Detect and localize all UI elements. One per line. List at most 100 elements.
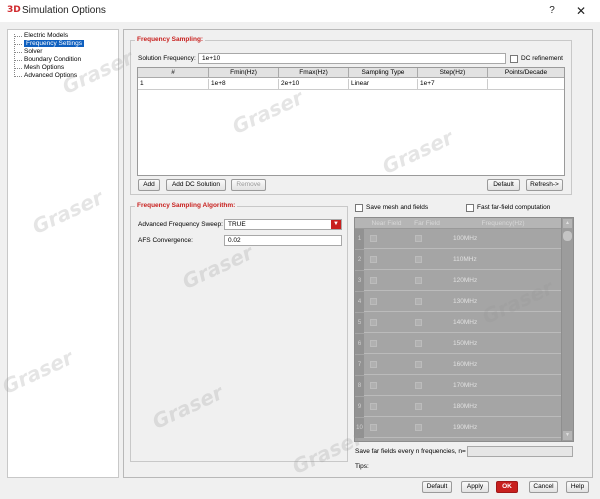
cell-index[interactable]: 1 [138, 79, 209, 89]
afs-sweep-select[interactable]: TRUE ▼ [224, 219, 342, 230]
row-number: 7 [355, 355, 364, 375]
list-item[interactable]: 1 100MHz [355, 229, 561, 249]
fast-far-field-checkbox[interactable] [466, 204, 474, 212]
close-icon[interactable]: ✕ [573, 3, 589, 19]
frequency-value: 100MHz [453, 235, 478, 242]
list-item[interactable]: 7 160MHz [355, 355, 561, 375]
scroll-up-icon[interactable]: ▲ [563, 219, 572, 228]
dc-refinement-checkbox[interactable] [510, 55, 518, 63]
ok-button[interactable]: OK [496, 481, 518, 493]
help-icon[interactable]: ? [544, 3, 560, 19]
near-field-checkbox[interactable] [370, 382, 377, 389]
frequency-value: 120MHz [453, 277, 478, 284]
save-mesh-checkbox[interactable] [355, 204, 363, 212]
list-item[interactable]: 5 140MHz [355, 313, 561, 333]
field-save-header: Near Field Far Field Frequency(Hz) [355, 218, 561, 229]
col-fmax: Fmax(Hz) [279, 68, 349, 78]
cell-sampling-type[interactable]: Linear [349, 79, 418, 89]
col-points-decade: Points/Decade [504, 69, 548, 76]
options-tree: Electric Models Frequency Settings Solve… [7, 29, 119, 478]
scroll-down-icon[interactable]: ▼ [563, 431, 572, 440]
save-far-fields-label: Save far fields every n frequencies, n= [355, 448, 466, 455]
col-sampling-type: Sampling Type [349, 68, 418, 78]
col-index: # [138, 68, 209, 78]
refresh-button[interactable]: Refresh-> [526, 179, 563, 191]
frequency-value: 170MHz [453, 382, 478, 389]
near-field-checkbox[interactable] [370, 424, 377, 431]
row-number: 3 [355, 271, 364, 291]
tree-item-frequency-settings[interactable]: Frequency Settings [12, 40, 85, 48]
far-field-checkbox[interactable] [415, 298, 422, 305]
near-field-checkbox[interactable] [370, 340, 377, 347]
cancel-button[interactable]: Cancel [529, 481, 558, 493]
list-item[interactable]: 8 170MHz [355, 376, 561, 396]
add-dc-solution-button[interactable]: Add DC Solution [166, 179, 226, 191]
tree-item-solver[interactable]: Solver [12, 48, 42, 56]
sampling-default-button[interactable]: Default [487, 179, 520, 191]
row-number: 10 [355, 418, 364, 438]
frequency-value: 160MHz [453, 361, 478, 368]
col-fmin: Fmin(Hz) [209, 68, 279, 78]
near-field-checkbox[interactable] [370, 403, 377, 410]
far-field-checkbox[interactable] [415, 361, 422, 368]
frequency-sampling-title: Frequency Sampling: [135, 36, 206, 43]
list-item[interactable]: 4 130MHz [355, 292, 561, 312]
far-field-checkbox[interactable] [415, 235, 422, 242]
far-field-checkbox[interactable] [415, 256, 422, 263]
app-logo-icon: 3D [7, 5, 21, 15]
save-far-fields-input[interactable] [467, 446, 573, 457]
row-number: 9 [355, 397, 364, 417]
cell-points-decade[interactable] [488, 79, 564, 89]
list-item[interactable]: 10 190MHz [355, 418, 561, 438]
far-field-checkbox[interactable] [415, 382, 422, 389]
near-field-checkbox[interactable] [370, 256, 377, 263]
list-item[interactable]: 3 120MHz [355, 271, 561, 291]
frequency-value: 130MHz [453, 298, 478, 305]
frequency-value: 180MHz [453, 403, 478, 410]
frequency-table: # Fmin(Hz) Fmax(Hz) Sampling Type Step(H… [137, 67, 565, 176]
tips-label: Tips: [355, 463, 369, 470]
chevron-down-icon: ▼ [331, 220, 341, 229]
tree-item-boundary-condition[interactable]: Boundary Condition [12, 56, 81, 64]
apply-button[interactable]: Apply [461, 481, 489, 493]
field-save-table: Near Field Far Field Frequency(Hz) 1 100M… [354, 217, 574, 442]
frequency-value: 190MHz [453, 424, 478, 431]
solution-frequency-input[interactable]: 1e+10 [198, 53, 506, 64]
list-item[interactable]: 9 180MHz [355, 397, 561, 417]
row-number: 4 [355, 292, 364, 312]
far-field-checkbox[interactable] [415, 319, 422, 326]
row-number: 8 [355, 376, 364, 396]
afs-sweep-label: Advanced Frequency Sweep: [138, 221, 223, 228]
near-field-checkbox[interactable] [370, 277, 377, 284]
near-field-checkbox[interactable] [370, 319, 377, 326]
near-field-checkbox[interactable] [370, 298, 377, 305]
far-field-checkbox[interactable] [415, 403, 422, 410]
far-field-checkbox[interactable] [415, 277, 422, 284]
field-table-scrollbar[interactable]: ▲ ▼ [561, 218, 573, 441]
near-field-checkbox[interactable] [370, 235, 377, 242]
list-item[interactable]: 2 110MHz [355, 250, 561, 270]
frequency-table-header: # Fmin(Hz) Fmax(Hz) Sampling Type Step(H… [138, 68, 564, 78]
scroll-thumb[interactable] [563, 231, 572, 241]
col-near-field: Near Field [371, 220, 402, 227]
help-button[interactable]: Help [566, 481, 589, 493]
cell-fmax[interactable]: 2e+10 [279, 79, 349, 89]
tree-item-advanced-options[interactable]: Advanced Options [12, 72, 77, 80]
tree-item-mesh-options[interactable]: Mesh Options [12, 64, 64, 72]
cell-fmin[interactable]: 1e+8 [209, 79, 279, 89]
row-number: 2 [355, 250, 364, 270]
remove-button[interactable]: Remove [231, 179, 266, 191]
window-title: Simulation Options [22, 5, 106, 16]
add-button[interactable]: Add [138, 179, 160, 191]
cell-step[interactable]: 1e+7 [418, 79, 488, 89]
far-field-checkbox[interactable] [415, 424, 422, 431]
far-field-checkbox[interactable] [415, 340, 422, 347]
afs-convergence-input[interactable]: 0.02 [224, 235, 342, 246]
tree-item-electric-models[interactable]: Electric Models [12, 32, 68, 40]
afs-convergence-label: AFS Convergence: [138, 237, 193, 244]
default-button[interactable]: Default [422, 481, 452, 493]
table-row[interactable]: 1 1e+8 2e+10 Linear 1e+7 [138, 79, 564, 90]
list-item[interactable]: 6 150MHz [355, 334, 561, 354]
col-frequency: Frequency(Hz) [481, 220, 525, 227]
near-field-checkbox[interactable] [370, 361, 377, 368]
